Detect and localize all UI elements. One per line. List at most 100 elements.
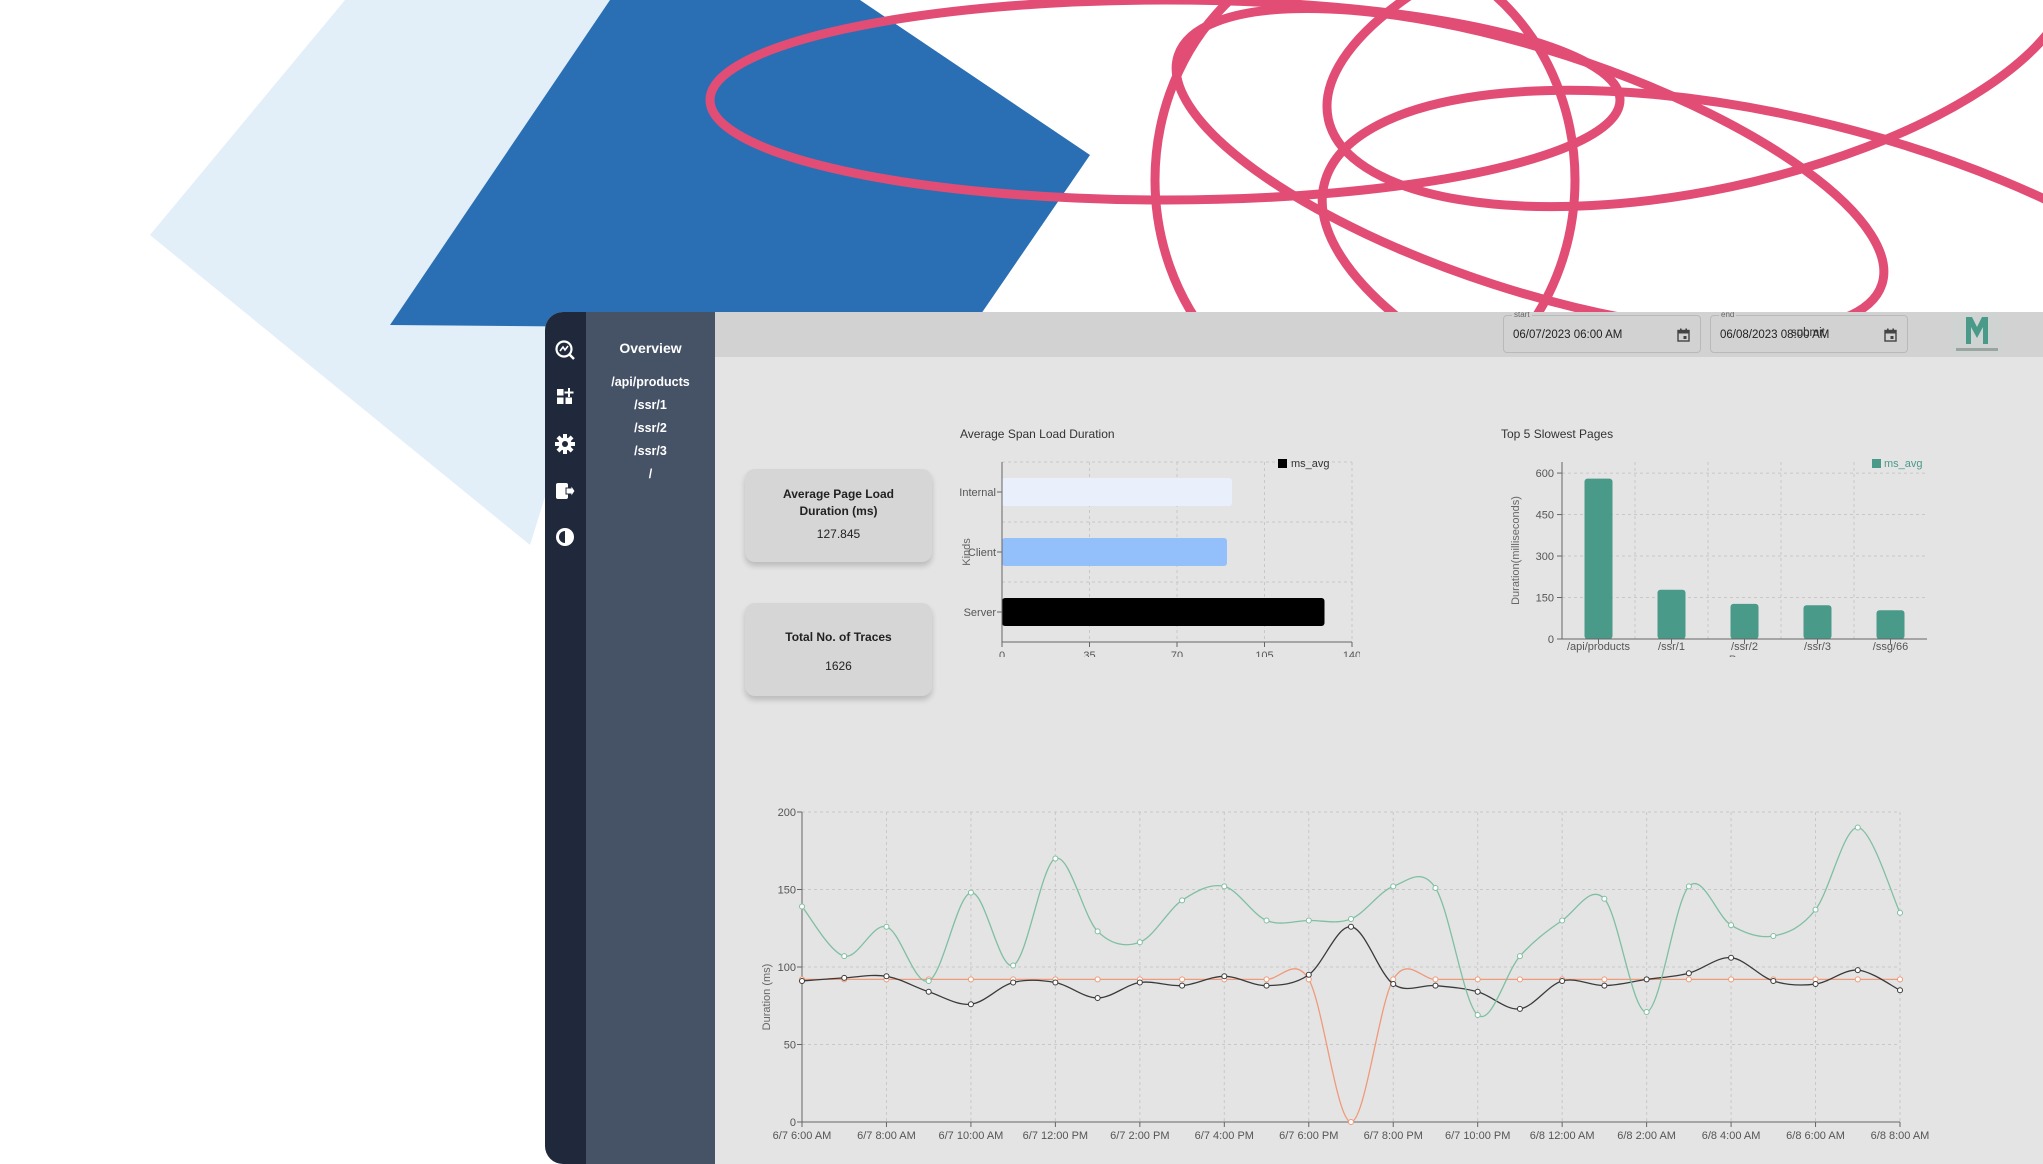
- data-point-internal: [1474, 976, 1481, 983]
- data-point-server: [1770, 933, 1777, 939]
- bar-client: [1002, 538, 1227, 566]
- nav-item-api-products[interactable]: /api/products: [586, 375, 715, 389]
- data-point-server: [1136, 939, 1143, 946]
- data-point-client: [1812, 981, 1819, 988]
- nav-item-ssr-2[interactable]: /ssr/2: [586, 421, 715, 435]
- x-tick-label: 105: [1255, 650, 1273, 657]
- y-tick-label: 50: [784, 1040, 796, 1052]
- bar-server: [1002, 598, 1325, 626]
- total-traces-title: Total No. of Traces: [785, 630, 892, 644]
- data-point-client: [841, 974, 848, 981]
- app-logo: [1952, 314, 2002, 355]
- y-tick-label: 150: [778, 885, 796, 897]
- x-axis-label: Pages: [1729, 654, 1761, 657]
- bar-page: [1803, 605, 1832, 639]
- icon-sidebar: [545, 312, 586, 1164]
- data-point-client: [799, 977, 805, 984]
- x-tick-label: 6/7 12:00 PM: [1023, 1130, 1088, 1142]
- submit-button[interactable]: submit: [1791, 327, 1825, 339]
- data-point-internal: [1348, 1119, 1354, 1125]
- x-tick-label: 6/7 2:00 PM: [1110, 1130, 1169, 1142]
- data-point-server: [1474, 1012, 1481, 1019]
- data-point-internal: [1601, 976, 1608, 983]
- data-point-server: [1010, 962, 1017, 969]
- top-bar: start 06/07/2023 06:00 AM end 06/08/2023…: [715, 312, 2043, 357]
- data-point-internal: [1179, 976, 1186, 983]
- x-tick-label: /ssr/1: [1658, 641, 1685, 653]
- nav-item-ssr-3[interactable]: /ssr/3: [586, 444, 715, 458]
- dashboard-window: Overview /api/products /ssr/1 /ssr/2 /ss…: [545, 312, 2043, 1164]
- y-tick-label: 100: [778, 962, 796, 974]
- data-point-internal: [1263, 976, 1270, 983]
- start-date-value[interactable]: 06/07/2023 06:00 AM: [1513, 329, 1622, 341]
- total-traces-card: Total No. of Traces 1626: [745, 603, 932, 696]
- data-point-internal: [1516, 976, 1523, 983]
- logout-icon[interactable]: [554, 480, 576, 502]
- x-tick-label: 70: [1171, 650, 1183, 657]
- data-point-server: [1601, 895, 1608, 902]
- y-tick-label: 450: [1536, 510, 1554, 522]
- legend-swatch: [1872, 459, 1881, 468]
- data-point-client: [1897, 987, 1903, 994]
- data-point-server: [1305, 917, 1312, 924]
- data-point-server: [1348, 915, 1354, 922]
- data-point-server: [1094, 928, 1101, 935]
- series-line-internal: [802, 968, 1900, 1123]
- nav-item-ssr-1[interactable]: /ssr/1: [586, 398, 715, 412]
- span-duration-chart: 03570105140InternalClientServerDuration(…: [959, 458, 1360, 657]
- x-tick-label: 6/8 12:00 AM: [1530, 1130, 1595, 1142]
- data-point-client: [1010, 979, 1017, 986]
- data-point-server: [1643, 1008, 1650, 1015]
- data-point-client: [1474, 988, 1481, 995]
- data-point-server: [883, 923, 890, 930]
- data-point-client: [1221, 973, 1228, 980]
- data-point-server: [1179, 897, 1186, 904]
- data-point-client: [1094, 995, 1101, 1001]
- x-tick-label: 0: [999, 650, 1005, 657]
- gear-icon[interactable]: [554, 433, 576, 455]
- span-chart-title: Average Span Load Duration: [960, 427, 1115, 441]
- x-tick-label: 6/8 6:00 AM: [1786, 1130, 1845, 1142]
- nav-title[interactable]: Overview: [586, 340, 715, 356]
- y-axis-label: Duration(milliseconds): [1510, 496, 1522, 605]
- data-point-client: [1601, 982, 1608, 989]
- search-analytics-icon[interactable]: [554, 339, 576, 361]
- data-point-client: [1263, 982, 1270, 989]
- page-nav-panel: Overview /api/products /ssr/1 /ssr/2 /ss…: [586, 312, 715, 1164]
- x-tick-label: 6/7 8:00 PM: [1364, 1130, 1423, 1142]
- calendar-icon[interactable]: [1677, 328, 1690, 342]
- data-point-internal: [1897, 976, 1903, 983]
- data-point-server: [799, 903, 805, 910]
- y-tick-label: 150: [1536, 593, 1554, 605]
- x-tick-label: 6/8 2:00 AM: [1617, 1130, 1676, 1142]
- data-point-server: [967, 889, 974, 896]
- x-tick-label: /ssg/66: [1873, 641, 1908, 653]
- y-axis-label: Kinds: [961, 538, 973, 566]
- data-point-client: [1432, 982, 1439, 989]
- data-point-internal: [1854, 976, 1861, 983]
- data-point-client: [1390, 981, 1397, 988]
- data-point-server: [1897, 909, 1903, 916]
- data-point-internal: [1432, 976, 1439, 983]
- data-point-client: [1643, 976, 1650, 983]
- data-point-client: [1348, 923, 1354, 930]
- avg-page-load-title: Average Page Load Duration (ms): [783, 487, 894, 518]
- x-tick-label: 6/7 4:00 PM: [1195, 1130, 1254, 1142]
- avg-page-load-value: 127.845: [816, 527, 861, 541]
- duration-timeline-chart: 0 50 100 150 200 6/7 6:00 AM 6/7 8:00 AM 6/7 10…: [761, 807, 1929, 1142]
- data-point-server: [841, 953, 848, 960]
- bar-page: [1876, 610, 1905, 639]
- data-point-client: [1516, 1005, 1523, 1012]
- nav-item-root[interactable]: /: [586, 467, 715, 481]
- data-point-server: [1432, 884, 1439, 891]
- x-tick-label: 6/7 10:00 PM: [1445, 1130, 1510, 1142]
- theme-toggle-icon[interactable]: [554, 526, 576, 548]
- y-tick-label: 600: [1536, 468, 1554, 480]
- calendar-icon[interactable]: [1884, 328, 1897, 342]
- y-tick-label: 300: [1536, 551, 1554, 563]
- start-date-field[interactable]: start 06/07/2023 06:00 AM: [1503, 312, 1701, 353]
- dashboard-add-icon[interactable]: [554, 386, 576, 408]
- end-date-label: end: [1719, 312, 1737, 319]
- data-point-client: [1728, 954, 1735, 961]
- bar-page: [1730, 603, 1759, 639]
